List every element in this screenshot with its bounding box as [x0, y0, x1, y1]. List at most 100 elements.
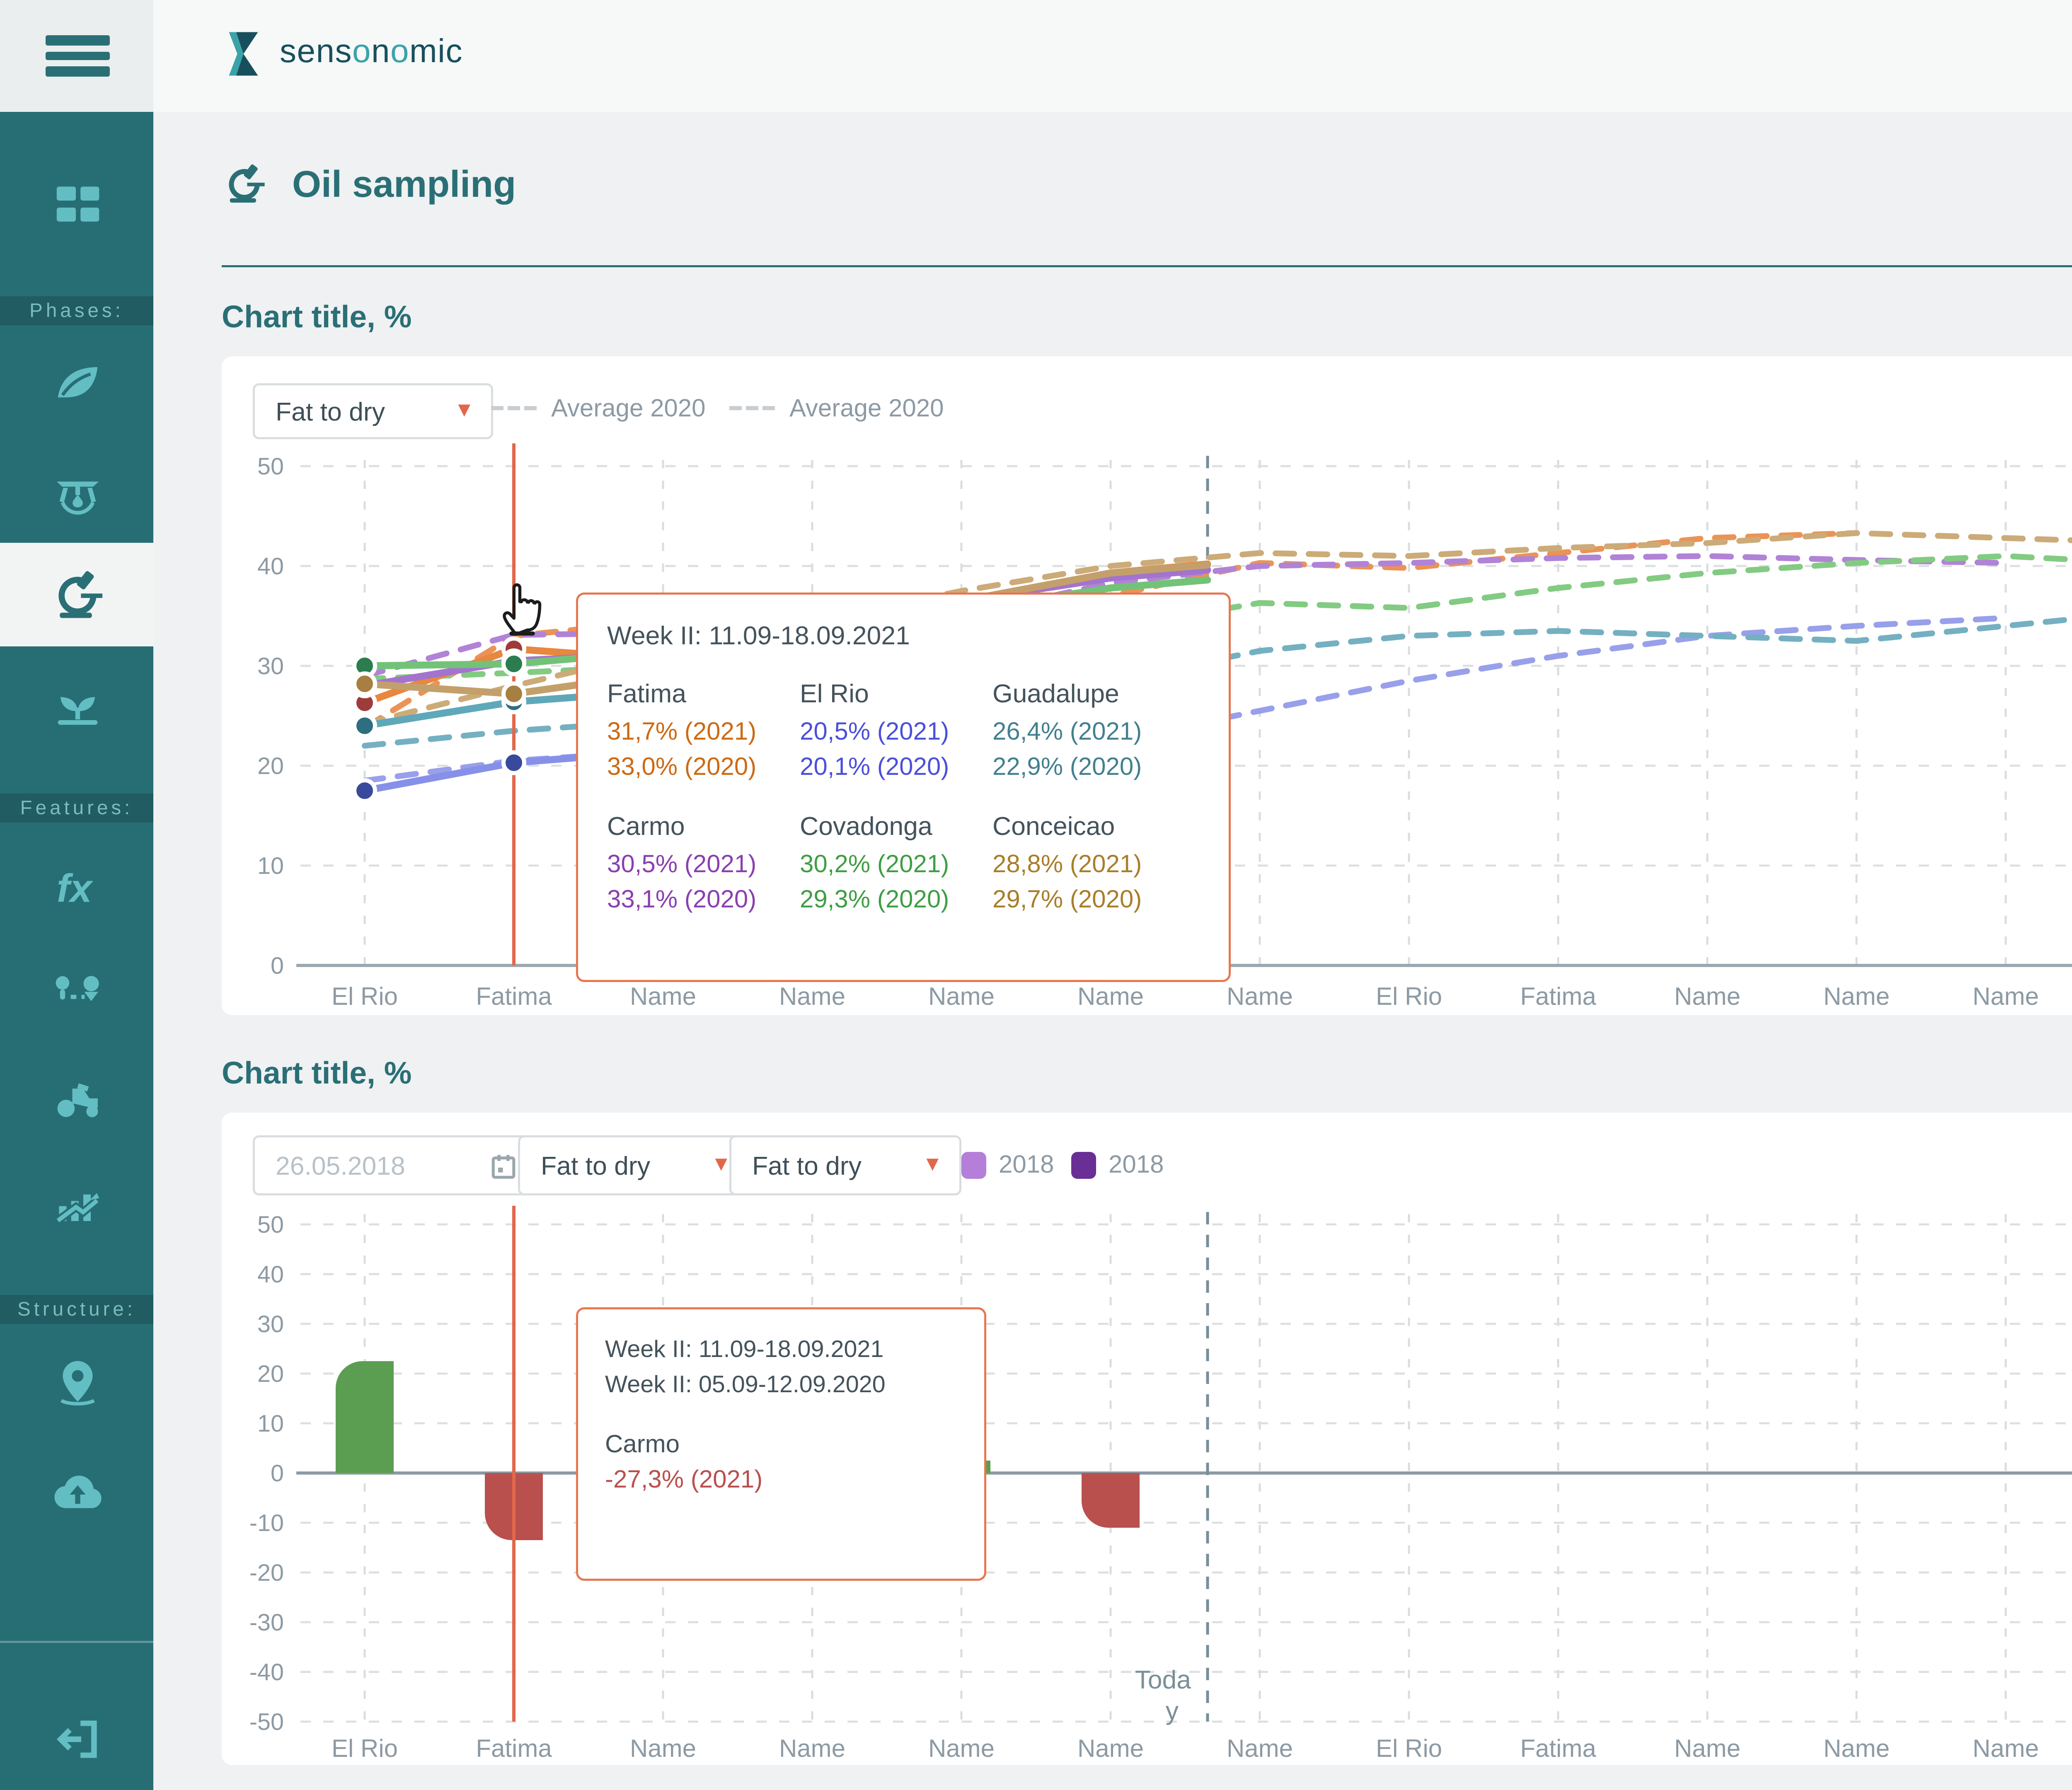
page-header: Oil sampling [222, 162, 516, 207]
logo-text: sensonomic [280, 35, 463, 73]
caret-down-icon: ▼ [922, 1154, 943, 1177]
legend-item: 2018 [961, 1150, 1054, 1179]
y-axis-label: 50 [257, 453, 284, 480]
y-axis-label: 40 [257, 1261, 284, 1288]
function-icon: fx [49, 860, 105, 916]
sidebar-item-chart-trend[interactable] [0, 1152, 153, 1258]
metric-dropdown-1[interactable]: Fat to dry ▼ [518, 1135, 750, 1195]
y-axis-label: -40 [249, 1659, 284, 1686]
x-axis-label: Name [1077, 982, 1144, 1010]
y-axis-label: 20 [257, 1361, 284, 1387]
sidebar-item-cloud-upload[interactable] [0, 1440, 153, 1543]
data-point[interactable] [503, 653, 524, 674]
bar-El-Rio-0[interactable] [336, 1361, 394, 1473]
x-axis-label: El Rio [1376, 1734, 1442, 1762]
legend-item: Average 2020 [729, 394, 944, 423]
y-axis-label: 10 [257, 1410, 284, 1437]
hand-cursor-icon [493, 572, 551, 648]
sidebar-items: Phases:Features:fxStructure: [0, 112, 153, 1543]
logout-icon [49, 1710, 105, 1766]
x-axis-label: Name [779, 1734, 845, 1762]
x-axis-label: Name [1973, 1734, 2039, 1762]
y-axis-label: 10 [257, 853, 284, 879]
tractor-icon [49, 1071, 105, 1127]
logout-button[interactable] [0, 1686, 153, 1790]
logo-hourglass-icon [222, 27, 265, 81]
x-axis-label: El Rio [1376, 982, 1442, 1010]
dashed-line-swatch [729, 406, 775, 410]
cloud-upload-icon [49, 1464, 105, 1520]
data-point[interactable] [503, 752, 524, 773]
sidebar-item-function[interactable]: fx [0, 835, 153, 941]
tooltip-entries: Fatima31,7% (2021)33,0% (2020)El Rio20,5… [607, 680, 1200, 918]
chart-trend-icon [49, 1177, 105, 1233]
y-axis-label: -10 [249, 1510, 284, 1536]
sidebar-item-leaf[interactable] [0, 325, 153, 439]
app-header: sensonomic Harold Webb Unit Manager [153, 0, 2072, 112]
tooltip-location-name: Carmo [605, 1429, 957, 1458]
sidebar-item-workflow[interactable] [0, 941, 153, 1046]
x-axis-label: Fatima [1520, 982, 1596, 1010]
x-axis-label: Name [1077, 1734, 1144, 1762]
tooltip-entry: Conceicao28,8% (2021)29,7% (2020) [992, 812, 1179, 918]
caret-down-icon: ▼ [711, 1154, 731, 1177]
x-axis-label: Name [1823, 982, 1890, 1010]
x-axis-label: Name [630, 982, 696, 1010]
tooltip-week-title: Week II: 11.09-18.09.2021 [607, 622, 1200, 651]
y-axis-label: 30 [257, 653, 284, 680]
microscope-icon [222, 162, 267, 207]
color-swatch [1071, 1151, 1096, 1178]
x-axis-label: Fatima [476, 1734, 552, 1762]
sidebar-item-microscope[interactable] [0, 543, 153, 646]
map-pin-icon [49, 1354, 105, 1410]
y-axis-label: -30 [249, 1609, 284, 1636]
date-input[interactable]: 26.05.2018 [253, 1135, 537, 1195]
legend-item: Average 2020 [491, 394, 706, 423]
chart1-tooltip: Week II: 11.09-18.09.2021 Fatima31,7% (2… [576, 593, 1231, 982]
data-point[interactable] [354, 716, 375, 736]
x-axis-label: Fatima [1520, 1734, 1596, 1762]
today-label: Toda [1135, 1665, 1191, 1694]
tooltip-entry: Guadalupe26,4% (2021)22,9% (2020) [992, 680, 1179, 785]
svg-text:fx: fx [56, 866, 92, 910]
dashed-line-swatch [491, 406, 537, 410]
app-logo[interactable]: sensonomic [222, 27, 463, 81]
sidebar-item-dashboard[interactable] [0, 112, 153, 296]
data-point[interactable] [503, 683, 524, 704]
sidebar-item-tractor[interactable] [0, 1046, 153, 1152]
x-axis-label: Name [1823, 1734, 1890, 1762]
x-axis-label: Name [1227, 982, 1293, 1010]
date-placeholder: 26.05.2018 [276, 1151, 405, 1180]
x-axis-label: Name [928, 982, 995, 1010]
bar-Name-5[interactable] [1082, 1473, 1140, 1528]
sidebar-item-irrigation[interactable] [0, 439, 153, 543]
y-axis-label: 50 [257, 1212, 284, 1238]
chart1-title: Chart title, % [222, 300, 411, 336]
y-axis-label: 30 [257, 1311, 284, 1338]
hamburger-menu-button[interactable] [0, 0, 153, 112]
color-swatch [961, 1151, 986, 1178]
sidebar-item-map-pin[interactable] [0, 1324, 153, 1440]
metric-dropdown-2[interactable]: Fat to dry ▼ [729, 1135, 961, 1195]
data-point[interactable] [354, 673, 375, 694]
legend-item: 2018 [1071, 1150, 1164, 1179]
workflow-icon [49, 965, 105, 1021]
irrigation-icon [49, 463, 105, 519]
sidebar-item-sprout[interactable] [0, 646, 153, 762]
chart2-title: Chart title, % [222, 1057, 411, 1092]
tooltip-entry: Covadonga30,2% (2021)29,3% (2020) [800, 812, 986, 918]
calendar-icon [489, 1151, 518, 1180]
y-axis-label: 20 [257, 753, 284, 779]
data-point[interactable] [354, 780, 375, 801]
y-axis-label: 40 [257, 553, 284, 580]
tooltip-week-line1: Week II: 11.09-18.09.2021 [605, 1334, 957, 1370]
leaf-icon [49, 354, 105, 410]
tabs-divider [222, 265, 2072, 267]
x-axis-label: El Rio [332, 1734, 398, 1762]
tooltip-entry: Carmo30,5% (2021)33,1% (2020) [607, 812, 794, 918]
svg-text:y: y [1166, 1696, 1179, 1725]
metric-dropdown[interactable]: Fat to dry ▼ [253, 383, 493, 439]
chart2-tooltip: Week II: 11.09-18.09.2021 Week II: 05.09… [576, 1307, 986, 1581]
y-axis-label: -50 [249, 1709, 284, 1735]
x-axis-label: El Rio [332, 982, 398, 1010]
